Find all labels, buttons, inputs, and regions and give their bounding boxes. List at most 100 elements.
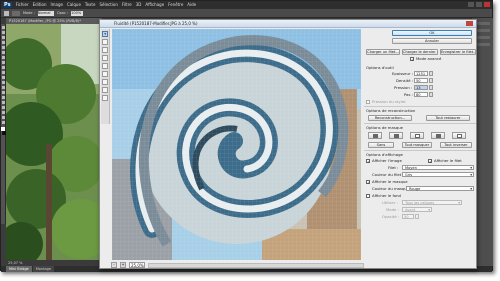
twirl-clockwise-tool-icon[interactable] xyxy=(102,39,108,45)
menu-aide[interactable]: Aide xyxy=(187,1,196,9)
mask-mode-buttons xyxy=(368,132,478,140)
hand-tool-icon[interactable] xyxy=(2,116,5,119)
path-select-tool-icon[interactable] xyxy=(2,106,5,109)
restore-all-button[interactable]: Tout restaurer xyxy=(426,115,470,121)
brush-density-spinner[interactable] xyxy=(429,78,433,83)
brush-rate-field[interactable]: 80 xyxy=(414,92,428,97)
healing-tool-icon[interactable] xyxy=(2,56,5,59)
invert-selection-icon[interactable] xyxy=(452,132,466,139)
add-to-selection-icon[interactable] xyxy=(389,132,403,139)
quick-select-tool-icon[interactable] xyxy=(2,41,5,44)
history-brush-tool-icon[interactable] xyxy=(2,71,5,74)
marquee-tool-icon[interactable] xyxy=(2,31,5,34)
move-tool-icon[interactable] xyxy=(2,26,5,29)
pucker-tool-icon[interactable] xyxy=(102,47,108,53)
zoom-tool-icon[interactable] xyxy=(2,121,5,124)
brush-density-field[interactable]: 50 xyxy=(414,78,428,83)
mask-none-button[interactable]: Sans xyxy=(368,142,394,148)
brush-pressure-label: Pression : xyxy=(394,85,413,90)
subtract-from-selection-icon[interactable] xyxy=(410,132,424,139)
load-mesh-button[interactable]: Charger un filet... xyxy=(366,49,400,55)
panel-icon[interactable] xyxy=(476,29,490,32)
brush-rate-spinner[interactable] xyxy=(429,92,433,97)
liquify-options-panel: OK Annuler Charger un filet... Charger l… xyxy=(364,29,476,267)
mesh-size-select[interactable]: Moyen xyxy=(402,165,474,170)
zoom-in-button[interactable]: + xyxy=(120,262,126,268)
menu-selection[interactable]: Sélection xyxy=(99,1,117,9)
stamp-tool-icon[interactable] xyxy=(2,66,5,69)
menu-calque[interactable]: Calque xyxy=(67,1,81,9)
liquify-preview-canvas[interactable] xyxy=(112,29,361,260)
dodge-tool-icon[interactable] xyxy=(2,91,5,94)
eraser-tool-icon[interactable] xyxy=(2,76,5,79)
panel-icon[interactable] xyxy=(476,36,490,39)
stylus-pressure-checkbox[interactable] xyxy=(366,100,370,104)
menu-3d[interactable]: 3D xyxy=(136,1,142,9)
brush-tool-icon[interactable] xyxy=(2,61,5,64)
mesh-color-select[interactable]: Gris xyxy=(402,172,474,177)
zoom-tool-icon[interactable] xyxy=(102,95,108,101)
show-mesh-checkbox[interactable]: ✓ xyxy=(428,159,432,164)
backdrop-opacity-field[interactable]: 50 xyxy=(402,214,414,219)
window-controls xyxy=(468,2,490,7)
backdrop-opacity-spinner[interactable] xyxy=(415,214,419,219)
reconstruct-button[interactable]: Reconstruction... xyxy=(368,115,412,121)
advanced-mode-checkbox[interactable]: ✓ xyxy=(410,57,414,62)
menu-filtre[interactable]: Filtre xyxy=(122,1,132,9)
ok-button[interactable]: OK xyxy=(392,30,472,36)
menu-affichage[interactable]: Affichage xyxy=(145,1,164,9)
menu-texte[interactable]: Texte xyxy=(85,1,96,9)
opacity-field[interactable]: 100% xyxy=(71,10,84,16)
invert-all-button[interactable]: Tout inverser xyxy=(440,142,472,148)
thaw-mask-tool-icon[interactable] xyxy=(102,79,108,85)
gradient-tool-icon[interactable] xyxy=(2,81,5,84)
menu-fichier[interactable]: Fichier xyxy=(16,1,29,9)
tab-montage[interactable]: Montage xyxy=(32,266,54,272)
intersect-selection-icon[interactable] xyxy=(431,132,445,139)
brush-size-field[interactable]: 1251 xyxy=(414,71,428,76)
forward-warp-tool-icon[interactable] xyxy=(102,31,108,37)
shape-tool-icon[interactable] xyxy=(2,111,5,114)
menu-image[interactable]: Image xyxy=(50,1,63,9)
document-canvas[interactable] xyxy=(6,24,102,260)
show-mask-checkbox[interactable]: ✓ xyxy=(366,180,370,185)
close-button[interactable] xyxy=(484,2,490,7)
hand-tool-icon[interactable] xyxy=(102,87,108,93)
blur-tool-icon[interactable] xyxy=(2,86,5,89)
menu-fenetre[interactable]: Fenêtre xyxy=(168,1,183,9)
crop-tool-icon[interactable] xyxy=(2,46,5,49)
lasso-tool-icon[interactable] xyxy=(2,36,5,39)
brush-pressure-spinner[interactable] xyxy=(429,85,433,90)
tab-mini-bridge[interactable]: Mini Bridge xyxy=(6,266,32,272)
mask-all-button[interactable]: Tout masquer xyxy=(402,142,432,148)
maximize-button[interactable] xyxy=(476,2,482,7)
brush-preset-picker[interactable] xyxy=(12,10,20,16)
dialog-close-button[interactable] xyxy=(466,21,473,26)
cancel-button[interactable]: Annuler xyxy=(392,38,472,44)
show-backdrop-checkbox[interactable] xyxy=(366,194,370,198)
pen-tool-icon[interactable] xyxy=(2,96,5,99)
backdrop-mode-select[interactable]: Avant xyxy=(402,207,432,212)
push-left-tool-icon[interactable] xyxy=(102,63,108,69)
save-mesh-button[interactable]: Enregistrer le filet... xyxy=(440,49,476,55)
mode-select[interactable]: Normal xyxy=(37,10,54,16)
brush-pressure-field[interactable]: 13 xyxy=(414,85,428,90)
show-image-checkbox[interactable]: ✓ xyxy=(366,159,370,164)
freeze-mask-tool-icon[interactable] xyxy=(102,71,108,77)
backdrop-use-select[interactable]: Tous les calques xyxy=(402,200,462,205)
bloat-tool-icon[interactable] xyxy=(102,55,108,61)
brush-size-spinner[interactable] xyxy=(429,71,433,76)
menu-edition[interactable]: Edition xyxy=(33,1,47,9)
zoom-out-button[interactable]: - xyxy=(111,262,117,268)
panel-icon[interactable] xyxy=(476,22,490,25)
mask-color-select[interactable]: Rouge xyxy=(406,186,474,191)
minimize-button[interactable] xyxy=(468,2,474,7)
horizontal-scrollbar[interactable] xyxy=(148,262,364,268)
zoom-level-field[interactable]: 25,0% xyxy=(129,262,145,268)
panel-icon[interactable] xyxy=(476,43,490,46)
load-last-mesh-button[interactable]: Charger le dernier filet xyxy=(402,49,438,55)
eyedropper-tool-icon[interactable] xyxy=(2,51,5,54)
brush-tool-icon[interactable] xyxy=(4,10,9,16)
type-tool-icon[interactable] xyxy=(2,101,5,104)
replace-selection-icon[interactable] xyxy=(368,132,382,139)
